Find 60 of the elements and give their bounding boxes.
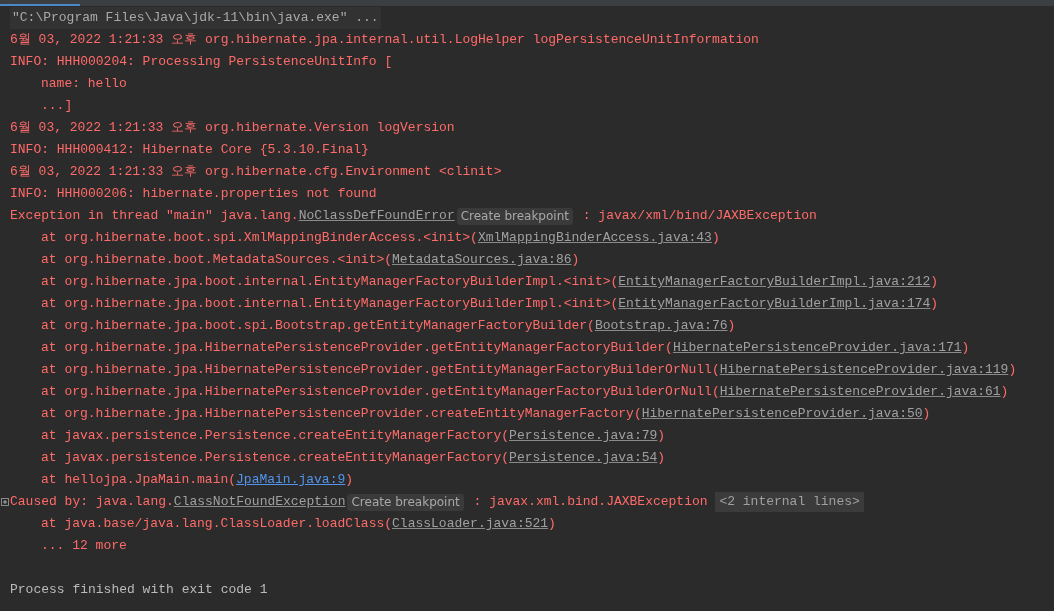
log-text: INFO: HHH000412: Hibernate Core {5.3.10.Final} <box>10 141 369 160</box>
log-text: ) <box>961 339 970 358</box>
log-text: ) <box>930 295 939 314</box>
source-link[interactable]: JpaMain.java:9 <box>236 470 346 490</box>
log-text: ) <box>1000 383 1009 402</box>
log-text: : javax/xml/bind/JAXBException <box>581 207 817 226</box>
log-text: : javax.xml.bind.JAXBException <box>472 493 709 512</box>
log-text: at org.hibernate.jpa.boot.spi.Bootstrap.getEntityManagerFactoryBuilder( <box>41 317 595 336</box>
source-link[interactable]: EntityManagerFactoryBuilderImpl.java:212 <box>618 272 931 292</box>
log-text: Caused by: java.lang. <box>10 493 174 512</box>
log-text: 6월 03, 2022 1:21:33 오후 org.hibernate.cfg.Environment <clinit> <box>10 163 502 182</box>
log-text: ) <box>727 317 736 336</box>
log-text: Exception in thread "main" java.lang. <box>10 207 299 226</box>
source-link[interactable]: MetadataSources.java:86 <box>392 250 572 270</box>
create-breakpoint-button[interactable]: Create breakpoint <box>456 207 573 225</box>
log-text: at org.hibernate.jpa.boot.internal.EntityManagerFactoryBuilderImpl.<init>( <box>41 273 619 292</box>
create-breakpoint-button[interactable]: Create breakpoint <box>347 493 464 511</box>
log-text: ) <box>657 427 666 446</box>
source-link[interactable]: Persistence.java:54 <box>509 448 658 468</box>
source-link[interactable]: HibernatePersistenceProvider.java:171 <box>672 338 962 358</box>
log-text: ) <box>657 449 666 468</box>
log-text: at hellojpa.JpaMain.main( <box>41 471 237 490</box>
log-text: ) <box>711 229 720 248</box>
log-text: 6월 03, 2022 1:21:33 오후 org.hibernate.Version logVersion <box>10 119 455 138</box>
log-text: at org.hibernate.jpa.HibernatePersistenceProvider.getEntityManagerFactoryBuilder( <box>41 339 673 358</box>
log-text: INFO: HHH000206: hibernate.properties not found <box>10 185 377 204</box>
source-link[interactable]: XmlMappingBinderAccess.java:43 <box>477 228 712 248</box>
log-text: at org.hibernate.boot.MetadataSources.<init>( <box>41 251 393 270</box>
source-link[interactable]: ClassNotFoundException <box>173 492 346 512</box>
source-link[interactable]: Persistence.java:79 <box>509 426 658 446</box>
log-text: at org.hibernate.jpa.HibernatePersistenceProvider.getEntityManagerFactoryBuilderOrNull( <box>41 383 720 402</box>
expand-icon[interactable] <box>1 498 9 506</box>
log-text: at org.hibernate.jpa.HibernatePersistenceProvider.getEntityManagerFactoryBuilderOrNull( <box>41 361 720 380</box>
folded-lines-button[interactable]: <2 internal lines> <box>715 492 864 512</box>
log-text: ) <box>548 515 556 534</box>
log-text: name: hello <box>41 75 127 94</box>
log-text: at javax.persistence.Persistence.createEntityManagerFactory( <box>41 427 510 446</box>
source-link[interactable]: HibernatePersistenceProvider.java:50 <box>641 404 923 424</box>
source-link[interactable]: ClassLoader.java:521 <box>392 514 549 534</box>
source-link[interactable]: NoClassDefFoundError <box>298 206 455 226</box>
log-text: Process finished with exit code 1 <box>10 581 268 600</box>
log-text: ...] <box>41 97 73 116</box>
log-text: ) <box>571 251 580 270</box>
log-text: ) <box>1008 361 1017 380</box>
source-link[interactable]: Bootstrap.java:76 <box>594 316 728 336</box>
log-text: at java.base/java.lang.ClassLoader.loadClass( <box>41 515 393 534</box>
log-text: at org.hibernate.jpa.HibernatePersistenceProvider.createEntityManagerFactory( <box>41 405 642 424</box>
log-text: at org.hibernate.boot.spi.XmlMappingBinderAccess.<init>( <box>41 229 478 248</box>
log-text: 6월 03, 2022 1:21:33 오후 org.hibernate.jpa.internal.util.LogHelper logPersistenceUnitInformation <box>10 31 759 50</box>
source-link[interactable]: HibernatePersistenceProvider.java:119 <box>719 360 1009 380</box>
source-link[interactable]: HibernatePersistenceProvider.java:61 <box>719 382 1001 402</box>
log-text: ) <box>930 273 939 292</box>
log-text: ) <box>345 471 354 490</box>
log-text: at javax.persistence.Persistence.createEntityManagerFactory( <box>41 449 510 468</box>
log-text: at org.hibernate.jpa.boot.internal.EntityManagerFactoryBuilderImpl.<init>( <box>41 295 619 314</box>
source-link[interactable]: EntityManagerFactoryBuilderImpl.java:174 <box>618 294 931 314</box>
log-text: INFO: HHH000204: Processing PersistenceUnitInfo [ <box>10 53 393 72</box>
log-text: "C:\Program Files\Java\jdk-11\bin\java.exe" ... <box>12 9 379 28</box>
log-text: ... 12 more <box>41 537 127 556</box>
log-text: ) <box>922 405 931 424</box>
